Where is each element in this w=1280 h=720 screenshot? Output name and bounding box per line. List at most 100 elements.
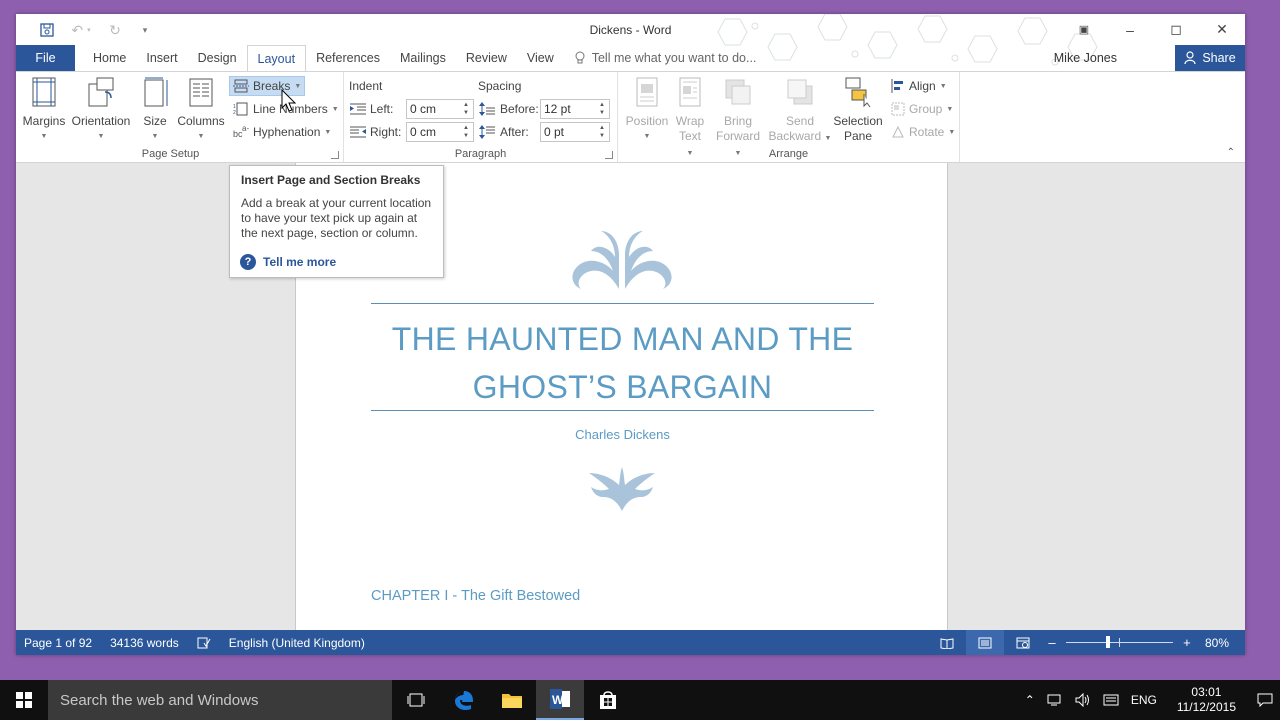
indent-left-input[interactable]: 0 cm ▲ ▼ bbox=[406, 99, 474, 119]
document-title[interactable]: THE HAUNTED MAN AND THE GHOST’S BARGAIN bbox=[371, 315, 874, 411]
spacing-before-input[interactable]: 12 pt ▲ ▼ bbox=[540, 99, 610, 119]
position-button[interactable]: Position ▼ bbox=[622, 76, 672, 144]
tab-insert[interactable]: Insert bbox=[136, 45, 187, 71]
hyphenation-button[interactable]: bc a- Hyphenation ▼ bbox=[230, 122, 334, 142]
indent-right-input[interactable]: 0 cm ▲ ▼ bbox=[406, 122, 474, 142]
arrange-group: Position ▼ Wrap Text ▼ Bring Forward ▼ S… bbox=[618, 72, 960, 162]
svg-text:a-: a- bbox=[242, 125, 249, 133]
start-button[interactable] bbox=[0, 680, 48, 720]
tab-file[interactable]: File bbox=[16, 45, 75, 71]
notifications-icon[interactable] bbox=[1250, 680, 1280, 720]
indent-right-label: Right: bbox=[370, 125, 402, 139]
help-icon: ? bbox=[240, 254, 256, 270]
zoom-midpoint bbox=[1118, 638, 1120, 647]
maximize-button[interactable]: ◻ bbox=[1153, 14, 1199, 45]
hyphenation-icon: bca- bbox=[233, 125, 249, 139]
orientation-icon bbox=[88, 77, 114, 107]
tab-references[interactable]: References bbox=[306, 45, 390, 71]
columns-label: Columns bbox=[177, 114, 225, 128]
position-caret-icon: ▼ bbox=[643, 133, 651, 140]
bring-forward-icon bbox=[725, 79, 751, 105]
spacing-after-spinner-icon[interactable]: ▲ ▼ bbox=[599, 123, 607, 141]
document-title-line-1: THE HAUNTED MAN AND THE bbox=[391, 321, 854, 357]
title-rule-top bbox=[371, 303, 874, 304]
store-icon[interactable] bbox=[584, 680, 632, 720]
keyboard-icon[interactable] bbox=[1097, 694, 1125, 706]
share-button[interactable]: Share bbox=[1175, 45, 1245, 71]
edge-icon[interactable] bbox=[440, 680, 488, 720]
close-button[interactable]: ✕ bbox=[1199, 14, 1245, 45]
size-button[interactable]: Size ▼ bbox=[140, 76, 170, 144]
tab-view[interactable]: View bbox=[517, 45, 564, 71]
indent-left-icon bbox=[350, 103, 366, 115]
document-area[interactable]: THE HAUNTED MAN AND THE GHOST’S BARGAIN … bbox=[16, 163, 1245, 630]
network-icon[interactable] bbox=[1041, 693, 1069, 707]
paragraph-launcher-icon[interactable] bbox=[605, 151, 613, 159]
user-name[interactable]: Mike Jones bbox=[1054, 45, 1117, 71]
orientation-button[interactable]: Orientation ▼ bbox=[70, 76, 132, 144]
taskbar-search[interactable]: Search the web and Windows bbox=[48, 680, 392, 720]
collapse-ribbon-icon[interactable]: ⌃ bbox=[1227, 147, 1235, 158]
zoom-slider[interactable] bbox=[1065, 630, 1173, 655]
send-backward-button[interactable]: Send Backward ▼ bbox=[768, 76, 832, 146]
page-count[interactable]: Page 1 of 92 bbox=[24, 636, 92, 650]
word-count[interactable]: 34136 words bbox=[110, 636, 179, 650]
zoom-in-icon[interactable]: + bbox=[1177, 630, 1197, 655]
tell-me-box[interactable]: Tell me what you want to do... bbox=[564, 45, 767, 71]
ribbon-display-icon[interactable]: ▣ bbox=[1061, 14, 1107, 45]
page-setup-launcher-icon[interactable] bbox=[331, 151, 339, 159]
spacing-after-icon bbox=[479, 125, 495, 139]
tab-review[interactable]: Review bbox=[456, 45, 517, 71]
print-layout-icon[interactable] bbox=[965, 630, 1004, 655]
zoom-level[interactable]: 80% bbox=[1205, 636, 1229, 650]
language-indicator[interactable]: English (United Kingdom) bbox=[229, 636, 365, 650]
tell-me-more-link[interactable]: ? Tell me more bbox=[240, 254, 336, 270]
spacing-before-spinner-icon[interactable]: ▲ ▼ bbox=[599, 100, 607, 118]
indent-heading: Indent bbox=[349, 79, 383, 93]
document-author[interactable]: Charles Dickens bbox=[296, 427, 949, 442]
rotate-button[interactable]: Rotate ▼ bbox=[888, 122, 958, 142]
group-button[interactable]: Group ▼ bbox=[888, 99, 956, 119]
margins-button[interactable]: Margins ▼ bbox=[22, 76, 66, 144]
input-language[interactable]: ENG bbox=[1125, 693, 1163, 707]
tab-mailings[interactable]: Mailings bbox=[390, 45, 456, 71]
zoom-out-icon[interactable]: – bbox=[1042, 630, 1062, 655]
chapter-heading[interactable]: CHAPTER I - The Gift Bestowed bbox=[371, 588, 580, 604]
tab-home[interactable]: Home bbox=[75, 45, 136, 71]
indent-left-label: Left: bbox=[370, 102, 394, 116]
minimize-button[interactable]: – bbox=[1107, 14, 1153, 45]
proofing-icon[interactable] bbox=[197, 637, 211, 649]
wrap-text-label-1: Wrap bbox=[675, 114, 705, 128]
file-explorer-icon[interactable] bbox=[488, 680, 536, 720]
task-view-icon[interactable] bbox=[392, 680, 440, 720]
web-layout-icon[interactable] bbox=[1004, 630, 1042, 655]
breaks-icon bbox=[233, 79, 249, 93]
tab-design[interactable]: Design bbox=[188, 45, 247, 71]
group-label: Group bbox=[909, 102, 943, 116]
title-bar: ↶ ▾ ↻ ▾ Dickens - Word ▣ – ◻ ✕ bbox=[16, 14, 1245, 66]
spacing-after-input[interactable]: 0 pt ▲ ▼ bbox=[540, 122, 610, 142]
volume-icon[interactable] bbox=[1069, 693, 1097, 707]
spacing-before-icon bbox=[479, 102, 495, 116]
indent-right-spinner-icon[interactable]: ▲ ▼ bbox=[463, 123, 471, 141]
show-hidden-icons-icon[interactable]: ⌃ bbox=[1019, 693, 1041, 707]
line-numbers-caret-icon: ▼ bbox=[331, 105, 339, 113]
zoom-thumb[interactable] bbox=[1105, 636, 1110, 648]
columns-button[interactable]: Columns ▼ bbox=[176, 76, 226, 144]
indent-left-spinner-icon[interactable]: ▲ ▼ bbox=[463, 100, 471, 118]
size-caret-icon: ▼ bbox=[151, 133, 159, 140]
svg-text:2: 2 bbox=[233, 110, 236, 116]
spacing-before-label: Before: bbox=[500, 102, 539, 116]
page-setup-group: Margins ▼ Orientation ▼ Size ▼ Columns ▼… bbox=[16, 72, 344, 162]
arrange-label: Arrange bbox=[768, 148, 809, 160]
indent-left-value: 0 cm bbox=[410, 102, 437, 116]
tab-layout[interactable]: Layout bbox=[246, 45, 307, 72]
orientation-caret-icon: ▼ bbox=[97, 133, 105, 140]
indent-right-value: 0 cm bbox=[410, 125, 437, 139]
clock[interactable]: 03:01 11/12/2015 bbox=[1163, 685, 1250, 715]
selection-pane-button[interactable]: Selection Pane bbox=[832, 76, 884, 144]
document-title-line-2: GHOST’S BARGAIN bbox=[472, 369, 773, 405]
align-button[interactable]: Align ▼ bbox=[888, 76, 950, 96]
word-taskbar-icon[interactable]: W bbox=[536, 680, 584, 720]
read-mode-icon[interactable] bbox=[928, 630, 966, 655]
